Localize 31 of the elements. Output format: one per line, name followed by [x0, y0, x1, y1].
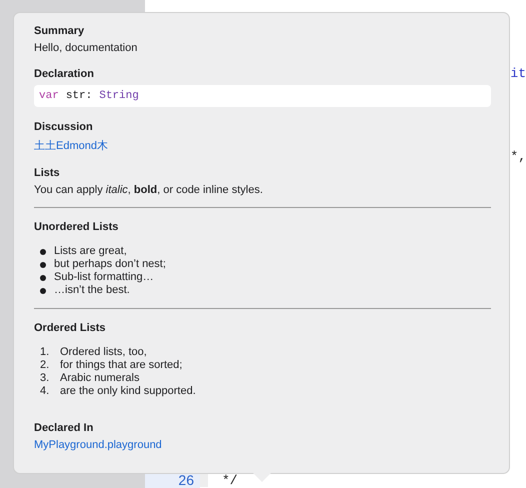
bullet-icon	[40, 288, 46, 294]
list-item: Sub-list formatting…	[54, 271, 154, 284]
list-item: but perhaps don’t nest;	[54, 258, 166, 271]
list-item: Arabic numerals	[60, 372, 140, 385]
code-fragment: it	[510, 66, 526, 81]
list-item: Ordered lists, too,	[60, 346, 147, 359]
declaration-code: var str: String	[34, 85, 491, 107]
section-heading: Summary	[34, 25, 86, 37]
list-item: Lists are great,	[54, 245, 127, 258]
bullet-icon	[40, 248, 46, 254]
link[interactable]: MyPlayground.playground	[34, 439, 162, 451]
section-heading: Unordered Lists	[34, 221, 120, 233]
link[interactable]: 土土Edmond木	[34, 140, 108, 152]
list-number: 1.	[40, 346, 50, 359]
section-heading: Discussion	[34, 121, 94, 133]
body-text: Hello, documentation	[34, 42, 138, 54]
code-line: */	[222, 472, 238, 488]
bullet-icon	[40, 274, 46, 280]
list-item: are the only kind supported.	[60, 385, 196, 398]
bullet-icon	[40, 262, 46, 268]
list-number: 2.	[40, 359, 50, 372]
section-heading: Lists	[34, 167, 61, 179]
body-text: You can apply italic, bold, or code inline styles.	[34, 184, 264, 196]
list-number: 4.	[40, 385, 50, 398]
list-number: 3.	[40, 372, 50, 385]
section-heading: Declaration	[34, 68, 95, 80]
list-item: for things that are sorted;	[60, 359, 182, 372]
section-heading: Ordered Lists	[34, 322, 107, 334]
section-heading: Declared In	[34, 422, 94, 434]
code-fragment: *,	[510, 149, 526, 164]
list-item: …isn’t the best.	[54, 284, 130, 297]
